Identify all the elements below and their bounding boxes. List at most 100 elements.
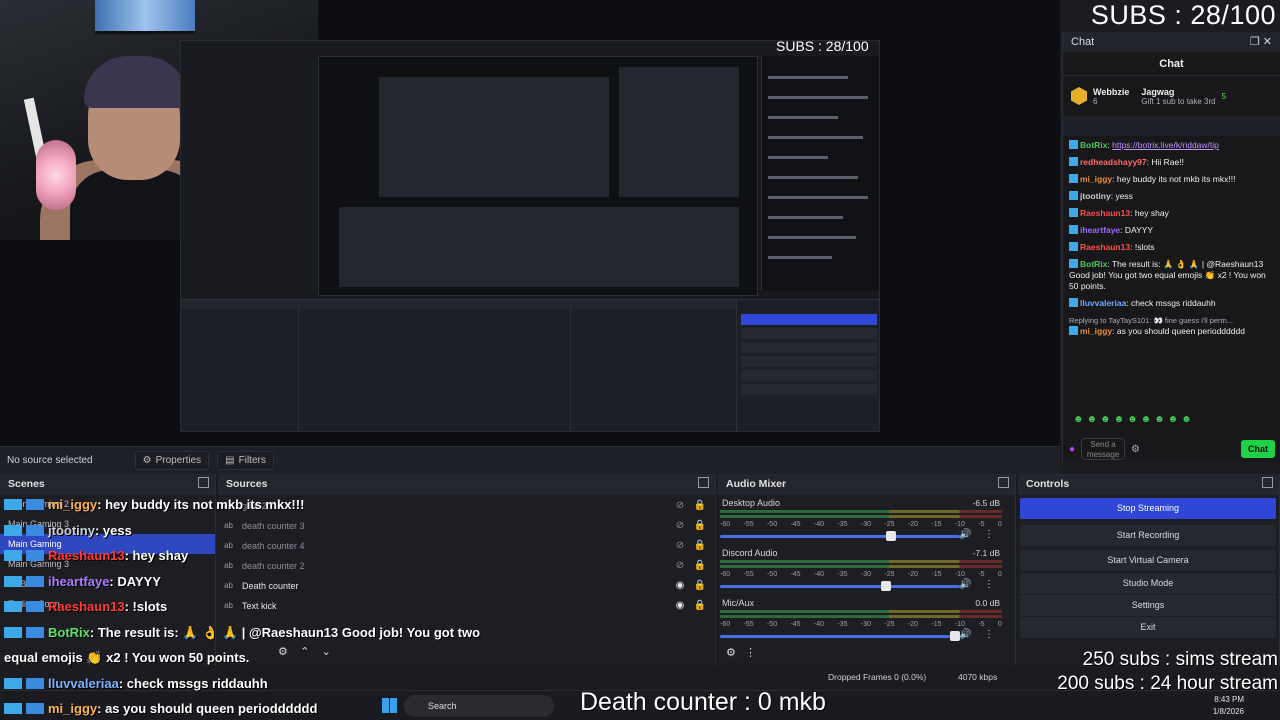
popout-icon[interactable] <box>198 477 209 488</box>
chat-username[interactable]: mi_iggy <box>1080 326 1112 336</box>
gear-icon[interactable]: ⚙ <box>726 647 736 659</box>
visibility-icon[interactable]: ⊘ <box>670 536 690 556</box>
bitrate: 4070 kbps <box>958 672 998 682</box>
chat-message-list[interactable]: BotRix: https://botrix.live/k/riddaw/tip… <box>1063 136 1280 436</box>
more-icon[interactable]: ⋮ <box>745 647 756 659</box>
chat-dock-title: Chat <box>1071 36 1095 48</box>
chat-username[interactable]: jtootiny <box>1080 191 1111 201</box>
chat-username[interactable]: Raeshaun13 <box>1080 242 1130 252</box>
control-button[interactable]: Stop Streaming <box>1020 498 1276 519</box>
overlay-text: : hey shay <box>124 548 189 563</box>
control-button[interactable]: Settings <box>1020 595 1276 616</box>
volume-fader[interactable] <box>720 585 960 588</box>
tick-label: -15 <box>931 521 942 528</box>
death-counter: Death counter : 0 mkb <box>580 688 826 716</box>
tick-label: -15 <box>931 571 942 578</box>
tick-label: -25 <box>884 571 895 578</box>
control-button[interactable]: Exit <box>1020 617 1276 638</box>
chat-message: jtootiny: yess <box>1069 191 1275 202</box>
control-button[interactable]: Start Virtual Camera <box>1020 550 1276 571</box>
chat-link[interactable]: https://botrix.live/k/riddaw/tip <box>1112 140 1219 150</box>
mixer-toolbar: ⚙ ⋮ <box>726 646 756 659</box>
chat-username[interactable]: lluvvaleriaa <box>1080 298 1126 308</box>
chat-text: hey shay <box>1134 208 1169 218</box>
speaker-icon[interactable]: 🔊 <box>959 629 971 640</box>
more-icon[interactable]: ⋮ <box>984 629 994 640</box>
badge-icon <box>4 626 44 638</box>
mic-icon[interactable]: ● <box>1069 444 1075 455</box>
tick-label: -50 <box>766 521 778 528</box>
overlay-text: : as you should queen periodddddd <box>97 701 318 716</box>
mixer-title: Audio Mixer <box>718 474 1015 494</box>
arrow-down-icon[interactable]: ⌄ <box>322 646 331 658</box>
popout-icon[interactable] <box>698 477 709 488</box>
chat-username[interactable]: BotRix <box>1080 140 1107 150</box>
chat-username[interactable]: redheadshayy97 <box>1080 157 1147 167</box>
filters-button[interactable]: ▤ Filters <box>217 451 274 470</box>
chat-username[interactable]: Raeshaun13 <box>1080 208 1130 218</box>
more-icon[interactable]: ⋮ <box>984 579 994 590</box>
emote-bar[interactable]: ☻☻☻☻☻☻☻☻☻ <box>1073 414 1195 425</box>
dropped-frames: Dropped Frames 0 (0.0%) <box>828 672 927 682</box>
chat-username[interactable]: BotRix <box>1080 259 1107 269</box>
gear-icon[interactable]: ⚙ <box>278 646 288 658</box>
tick-label: -20 <box>907 621 918 628</box>
speaker-icon[interactable]: 🔊 <box>959 579 971 590</box>
nested-chat <box>761 56 879 291</box>
fader-knob[interactable] <box>881 581 891 591</box>
tick-label: -35 <box>837 621 848 628</box>
visibility-icon[interactable]: ⊘ <box>670 496 690 516</box>
badge-icon <box>4 601 44 612</box>
tick-label: -10 <box>954 521 965 528</box>
chat-text: check mssgs riddauhh <box>1131 298 1216 308</box>
chat-username[interactable]: iheartfaye <box>1080 225 1120 235</box>
overlay-chat-line: BotRix: The result is: 🙏 👌 🙏 | @Raeshaun… <box>4 620 524 646</box>
overlay-chat-line: Raeshaun13: hey shay <box>4 543 524 569</box>
overlay-username: mi_iggy <box>48 701 98 716</box>
audio-mixer-dock: Audio Mixer Desktop Audio -6.5 dB -60 -55 -5… <box>718 474 1016 666</box>
gear-icon: ⚙ <box>142 455 152 466</box>
fader-knob[interactable] <box>885 531 896 541</box>
properties-button[interactable]: ⚙ Properties <box>134 451 210 470</box>
lock-icon[interactable]: 🔒 <box>690 576 710 596</box>
visibility-icon[interactable]: ◉ <box>670 596 690 616</box>
popout-icon[interactable]: ❐ <box>1250 36 1260 48</box>
channel-name: Discord Audio <box>722 548 778 558</box>
lock-icon[interactable]: 🔒 <box>690 536 710 556</box>
speaker-icon[interactable]: 🔊 <box>959 529 971 540</box>
meter-ticks: -60 -55 -50 -45 -40 -35 -30 -25 -20 -15 -10 -5 0 <box>720 521 1002 528</box>
tick-label: -5 <box>978 571 985 578</box>
lock-icon[interactable]: 🔒 <box>690 556 710 576</box>
visibility-icon[interactable]: ◉ <box>670 576 690 596</box>
control-button[interactable]: Studio Mode <box>1020 573 1276 594</box>
close-icon[interactable]: ✕ <box>1263 36 1272 48</box>
clock[interactable]: 8:43 PM 1/8/2026 <box>1213 694 1244 718</box>
more-icon[interactable]: ⋮ <box>984 529 994 540</box>
pinned-leaderboard[interactable]: Webbzie 6 Jagwag Gift 1 sub to take 3rd … <box>1063 76 1280 116</box>
crown-icon <box>1071 87 1087 105</box>
channel-name: Mic/Aux <box>722 598 755 608</box>
chat-text: DAYYY <box>1124 225 1154 235</box>
preview-canvas[interactable]: SUBS : 28/100 <box>0 0 1060 446</box>
chat-username[interactable]: mi_iggy <box>1080 174 1112 184</box>
visibility-icon[interactable]: ⊘ <box>670 556 690 576</box>
popout-icon[interactable] <box>1262 477 1273 488</box>
lock-icon[interactable]: 🔒 <box>690 496 710 516</box>
overlay-text: equal emojis 👏 x2 ! You won 50 points. <box>4 650 250 665</box>
popout-icon[interactable] <box>998 477 1009 488</box>
tick-label: -45 <box>790 621 801 628</box>
control-button[interactable]: Start Recording <box>1020 525 1276 546</box>
chat-send-button[interactable]: Chat <box>1241 440 1275 458</box>
reply-context: Replying to TayTayS101: 👀 fine guess i'l… <box>1069 316 1234 325</box>
no-source-label: No source selected <box>7 455 93 466</box>
level-meter <box>720 565 1002 568</box>
volume-fader[interactable] <box>720 535 960 538</box>
chat-input[interactable]: Send a message <box>1081 438 1126 460</box>
lock-icon[interactable]: 🔒 <box>690 596 710 616</box>
tick-label: -40 <box>813 521 825 528</box>
volume-fader[interactable] <box>720 635 960 638</box>
visibility-icon[interactable]: ⊘ <box>670 516 690 536</box>
lock-icon[interactable]: 🔒 <box>690 516 710 536</box>
settings-icon[interactable]: ⚙ <box>1131 444 1140 455</box>
arrow-up-icon[interactable]: ⌃ <box>300 646 309 658</box>
